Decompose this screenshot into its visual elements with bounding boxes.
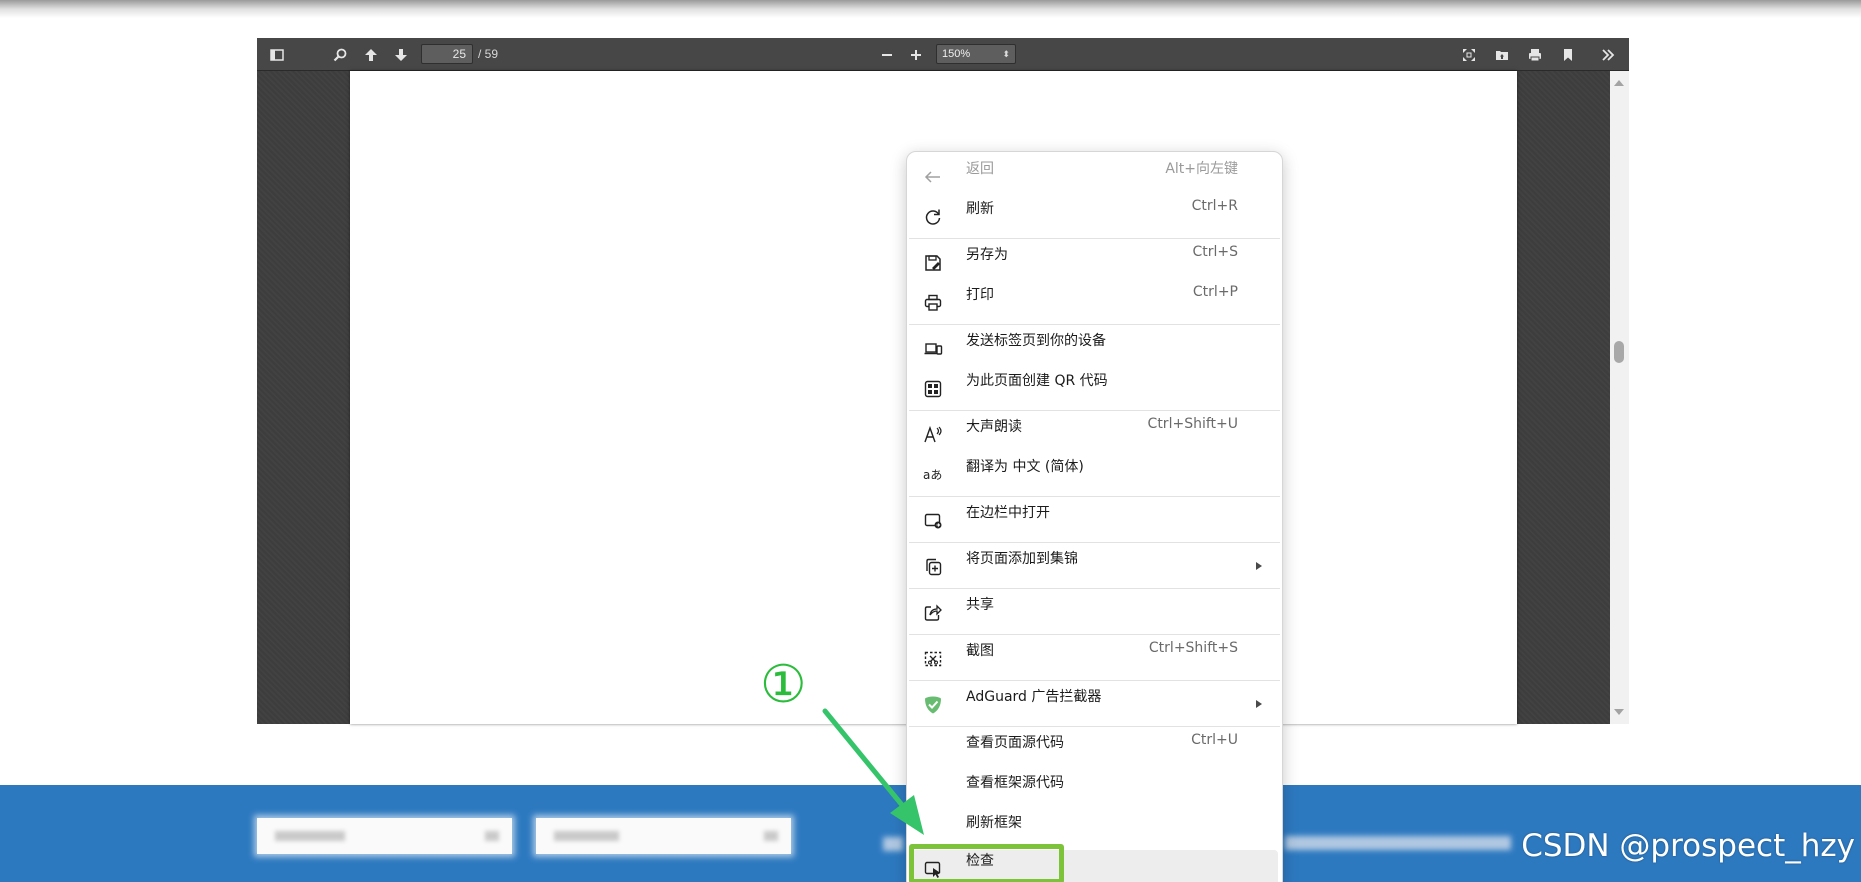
sidebar-open-icon — [923, 511, 943, 531]
menu-separator — [909, 680, 1280, 681]
menu-item-create-qr-code[interactable]: 为此页面创建 QR 代码 — [912, 370, 1278, 406]
menu-item-open-in-sidebar[interactable]: 在边栏中打开 — [912, 502, 1278, 538]
menu-item-save-as[interactable]: 另存为 Ctrl+S — [912, 244, 1278, 280]
share-icon — [923, 603, 943, 623]
page-number-input[interactable]: 25 — [421, 44, 473, 64]
blurred-text — [1285, 836, 1511, 850]
zoom-out-icon[interactable] — [876, 44, 898, 66]
blurred-field — [536, 818, 791, 854]
qr-code-icon — [923, 379, 943, 399]
browser-top-shadow — [0, 0, 1861, 18]
back-arrow-icon — [923, 167, 943, 187]
sidebar-toggle-icon[interactable] — [266, 44, 288, 66]
previous-page-icon[interactable] — [360, 44, 382, 66]
scrollbar-thumb[interactable] — [1614, 341, 1624, 363]
send-to-device-icon — [923, 339, 943, 359]
menu-item-view-frame-source[interactable]: 查看框架源代码 — [912, 772, 1278, 808]
menu-item-back[interactable]: 返回 Alt+向左键 — [912, 158, 1278, 194]
refresh-icon — [923, 207, 943, 227]
annotation-arrow — [822, 708, 924, 835]
menu-item-screenshot[interactable]: 截图 Ctrl+Shift+S — [912, 640, 1278, 676]
presentation-mode-icon[interactable] — [1458, 44, 1480, 66]
menu-separator — [909, 410, 1280, 411]
context-menu: 返回 Alt+向左键 刷新 Ctrl+R 另存为 Ctrl+S 打印 Ctrl+… — [906, 151, 1283, 882]
csdn-watermark: CSDN @prospect_hzy — [1521, 828, 1855, 864]
scroll-up-icon[interactable] — [1614, 80, 1624, 86]
pdf-toolbar: 25 / 59 150% ⬍ — [257, 38, 1629, 71]
menu-item-view-page-source[interactable]: 查看页面源代码 Ctrl+U — [912, 732, 1278, 768]
menu-item-read-aloud[interactable]: 大声朗读 Ctrl+Shift+U — [912, 416, 1278, 452]
menu-separator — [909, 634, 1280, 635]
menu-item-share[interactable]: 共享 — [912, 594, 1278, 630]
translate-icon: aあ — [923, 465, 943, 485]
open-file-icon[interactable] — [1491, 44, 1513, 66]
save-as-icon — [923, 253, 943, 273]
zoom-select[interactable]: 150% ⬍ — [936, 44, 1016, 64]
submenu-arrow-icon — [1256, 700, 1262, 708]
menu-item-add-to-collections[interactable]: 将页面添加到集锦 — [912, 548, 1278, 584]
scroll-down-icon[interactable] — [1614, 709, 1624, 715]
search-icon[interactable] — [329, 44, 351, 66]
step-number-annotation: ① — [760, 655, 807, 715]
tools-double-chevron-icon[interactable] — [1597, 44, 1619, 66]
zoom-in-icon[interactable] — [905, 44, 927, 66]
menu-separator — [909, 542, 1280, 543]
menu-item-refresh[interactable]: 刷新 Ctrl+R — [912, 198, 1278, 234]
print-icon[interactable] — [1524, 44, 1546, 66]
menu-item-translate[interactable]: aあ 翻译为 中文 (简体) — [912, 456, 1278, 492]
menu-separator — [909, 588, 1280, 589]
menu-item-reload-frame[interactable]: 刷新框架 — [912, 812, 1278, 848]
menu-separator — [909, 238, 1280, 239]
bookmark-icon[interactable] — [1557, 44, 1579, 66]
menu-separator — [909, 324, 1280, 325]
svg-text:aあ: aあ — [923, 468, 942, 482]
read-aloud-icon — [923, 425, 943, 445]
collections-add-icon — [923, 557, 943, 577]
screenshot-icon — [923, 649, 943, 669]
page-total-label: / 59 — [478, 47, 499, 61]
select-arrows-icon: ⬍ — [1002, 49, 1010, 59]
menu-item-print[interactable]: 打印 Ctrl+P — [912, 284, 1278, 320]
menu-item-send-to-device[interactable]: 发送标签页到你的设备 — [912, 330, 1278, 366]
menu-separator — [909, 726, 1280, 727]
zoom-value: 150% — [942, 48, 971, 60]
vertical-scrollbar[interactable] — [1610, 71, 1629, 724]
next-page-icon[interactable] — [390, 44, 412, 66]
inspect-highlight-box — [909, 844, 1064, 882]
print-icon — [923, 293, 943, 313]
menu-separator — [909, 496, 1280, 497]
submenu-arrow-icon — [1256, 562, 1262, 570]
menu-item-adguard[interactable]: AdGuard 广告拦截器 — [912, 686, 1278, 722]
blurred-field — [257, 818, 512, 854]
